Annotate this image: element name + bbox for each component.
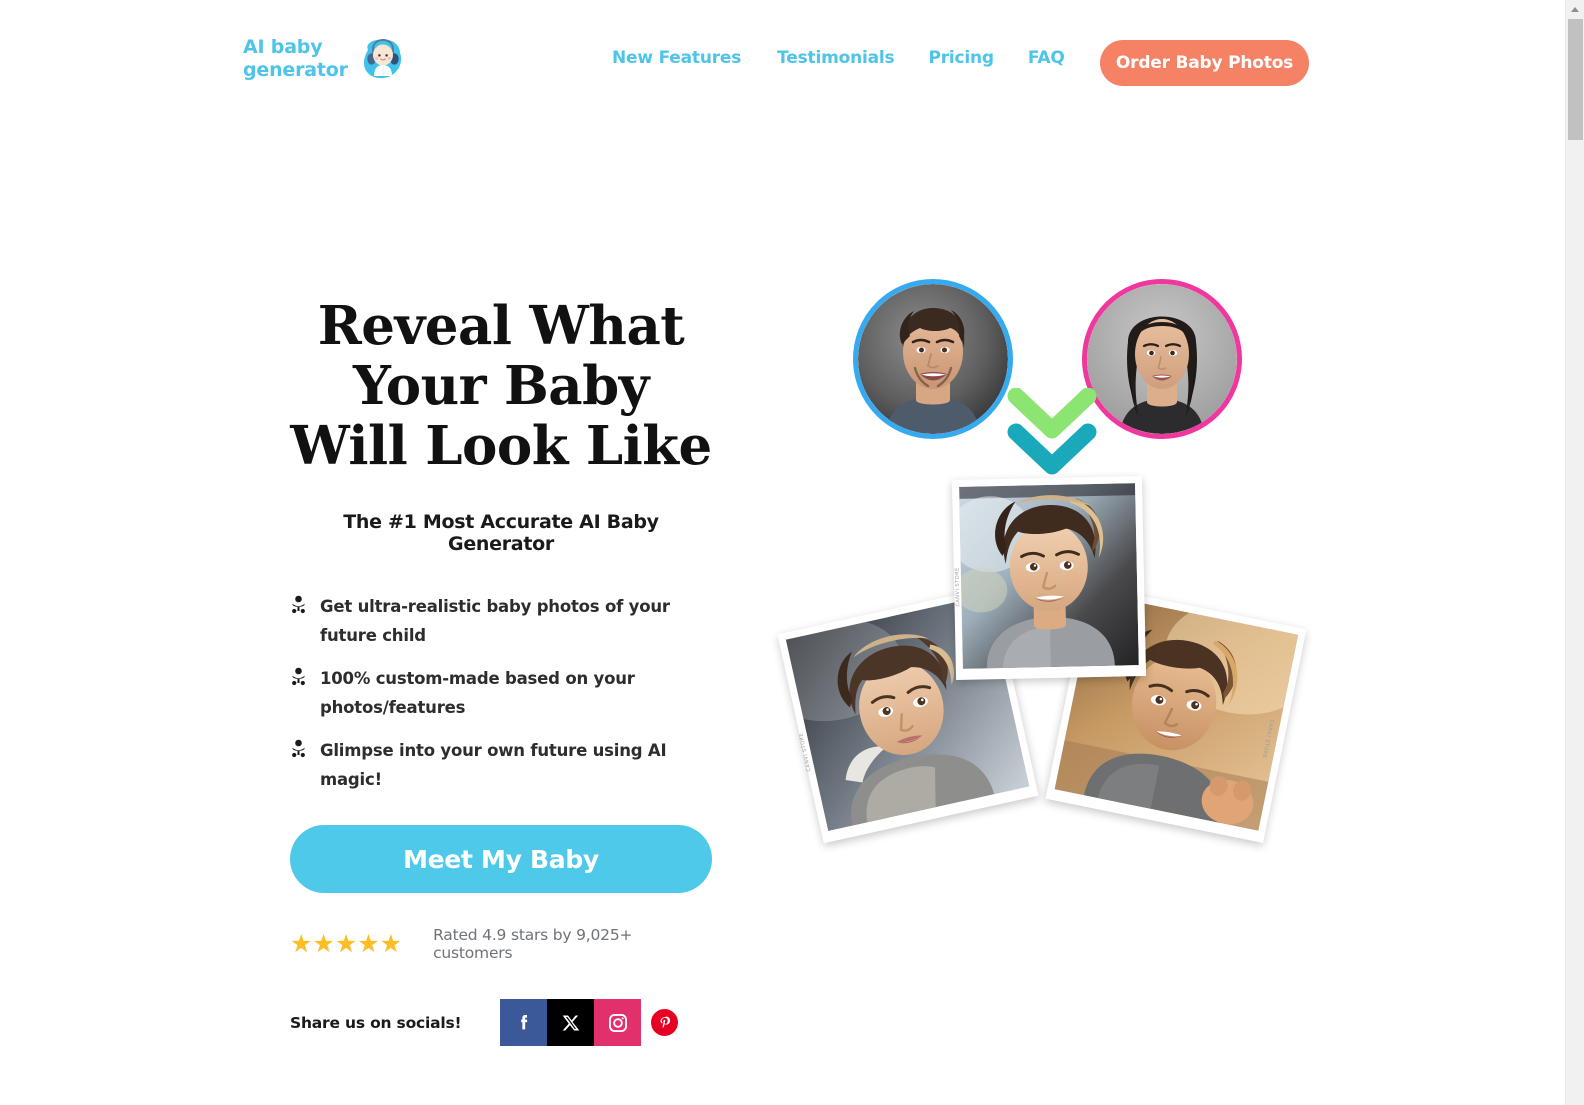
site-header: AI baby generator New Features Testimoni… <box>0 0 1565 126</box>
site-logo[interactable]: AI baby generator <box>243 36 405 82</box>
social-share-label: Share us on socials! <box>290 1013 462 1032</box>
x-twitter-icon[interactable] <box>547 999 595 1046</box>
logo-text: AI baby generator <box>243 36 351 82</box>
pinterest-icon[interactable] <box>641 999 688 1046</box>
rating-row: ★★★★★ Rated 4.9 stars by 9,025+ customer… <box>290 926 712 962</box>
baby-icon <box>290 667 307 687</box>
nav-link-testimonials[interactable]: Testimonials <box>777 48 894 68</box>
page-root: AI baby generator New Features Testimoni… <box>0 0 1584 1105</box>
hero-copy-column: Reveal What Your Baby Will Look Like The… <box>290 296 712 1046</box>
baby-result-center: CANVI STORE <box>951 476 1147 680</box>
facebook-icon[interactable] <box>500 999 548 1046</box>
star-rating-icons: ★★★★★ <box>290 929 403 958</box>
benefit-text: 100% custom-made based on your photos/fe… <box>320 669 635 717</box>
main-navigation: New Features Testimonials Pricing FAQ <box>612 48 1065 68</box>
list-item: 100% custom-made based on your photos/fe… <box>290 664 712 722</box>
baby-icon <box>290 595 307 615</box>
benefits-list: Get ultra-realistic baby photos of your … <box>290 592 712 794</box>
father-photo <box>853 279 1013 439</box>
mother-photo <box>1082 279 1242 439</box>
baby-icon <box>290 739 307 759</box>
film-edge-label: CANVI STORE <box>954 567 962 607</box>
double-chevron-down-icon <box>1002 388 1102 483</box>
logo-text-line2: generator <box>243 59 348 81</box>
order-baby-photos-button[interactable]: Order Baby Photos <box>1100 40 1309 86</box>
instagram-icon[interactable] <box>594 999 642 1046</box>
pinterest-glyph <box>651 1009 679 1036</box>
social-share-row: Share us on socials! <box>290 999 712 1046</box>
hero-subtitle: The #1 Most Accurate AI Baby Generator <box>343 511 659 555</box>
mother-photo-image <box>1087 284 1237 434</box>
list-item: Get ultra-realistic baby photos of your … <box>290 592 712 650</box>
vertical-scrollbar[interactable] <box>1565 0 1584 1105</box>
browser-viewport: AI baby generator New Features Testimoni… <box>0 0 1565 1105</box>
baby-results-polaroid-stack: CANVI STORE CANVI STORE CANVI STORE <box>777 470 1320 844</box>
father-photo-image <box>858 284 1008 434</box>
logo-text-line1: AI baby <box>243 36 323 58</box>
list-item: Glimpse into your own future using AI ma… <box>290 736 712 794</box>
scrollbar-thumb[interactable] <box>1568 19 1583 140</box>
nav-link-new-features[interactable]: New Features <box>612 48 741 68</box>
social-icon-group <box>500 999 688 1046</box>
hero-visual-column: CANVI STORE CANVI STORE CANVI STORE <box>777 265 1320 844</box>
meet-my-baby-button[interactable]: Meet My Baby <box>290 825 712 893</box>
benefit-text: Get ultra-realistic baby photos of your … <box>320 597 670 645</box>
baby-headphones-logo-icon <box>359 36 405 82</box>
nav-link-faq[interactable]: FAQ <box>1028 48 1065 68</box>
scroll-up-arrow-icon[interactable] <box>1566 0 1584 18</box>
page-title: Reveal What Your Baby Will Look Like <box>290 295 712 477</box>
baby-result-center-image <box>959 483 1139 669</box>
rating-text: Rated 4.9 stars by 9,025+ customers <box>433 926 633 962</box>
benefit-text: Glimpse into your own future using AI ma… <box>320 741 667 789</box>
nav-link-pricing[interactable]: Pricing <box>928 48 994 68</box>
